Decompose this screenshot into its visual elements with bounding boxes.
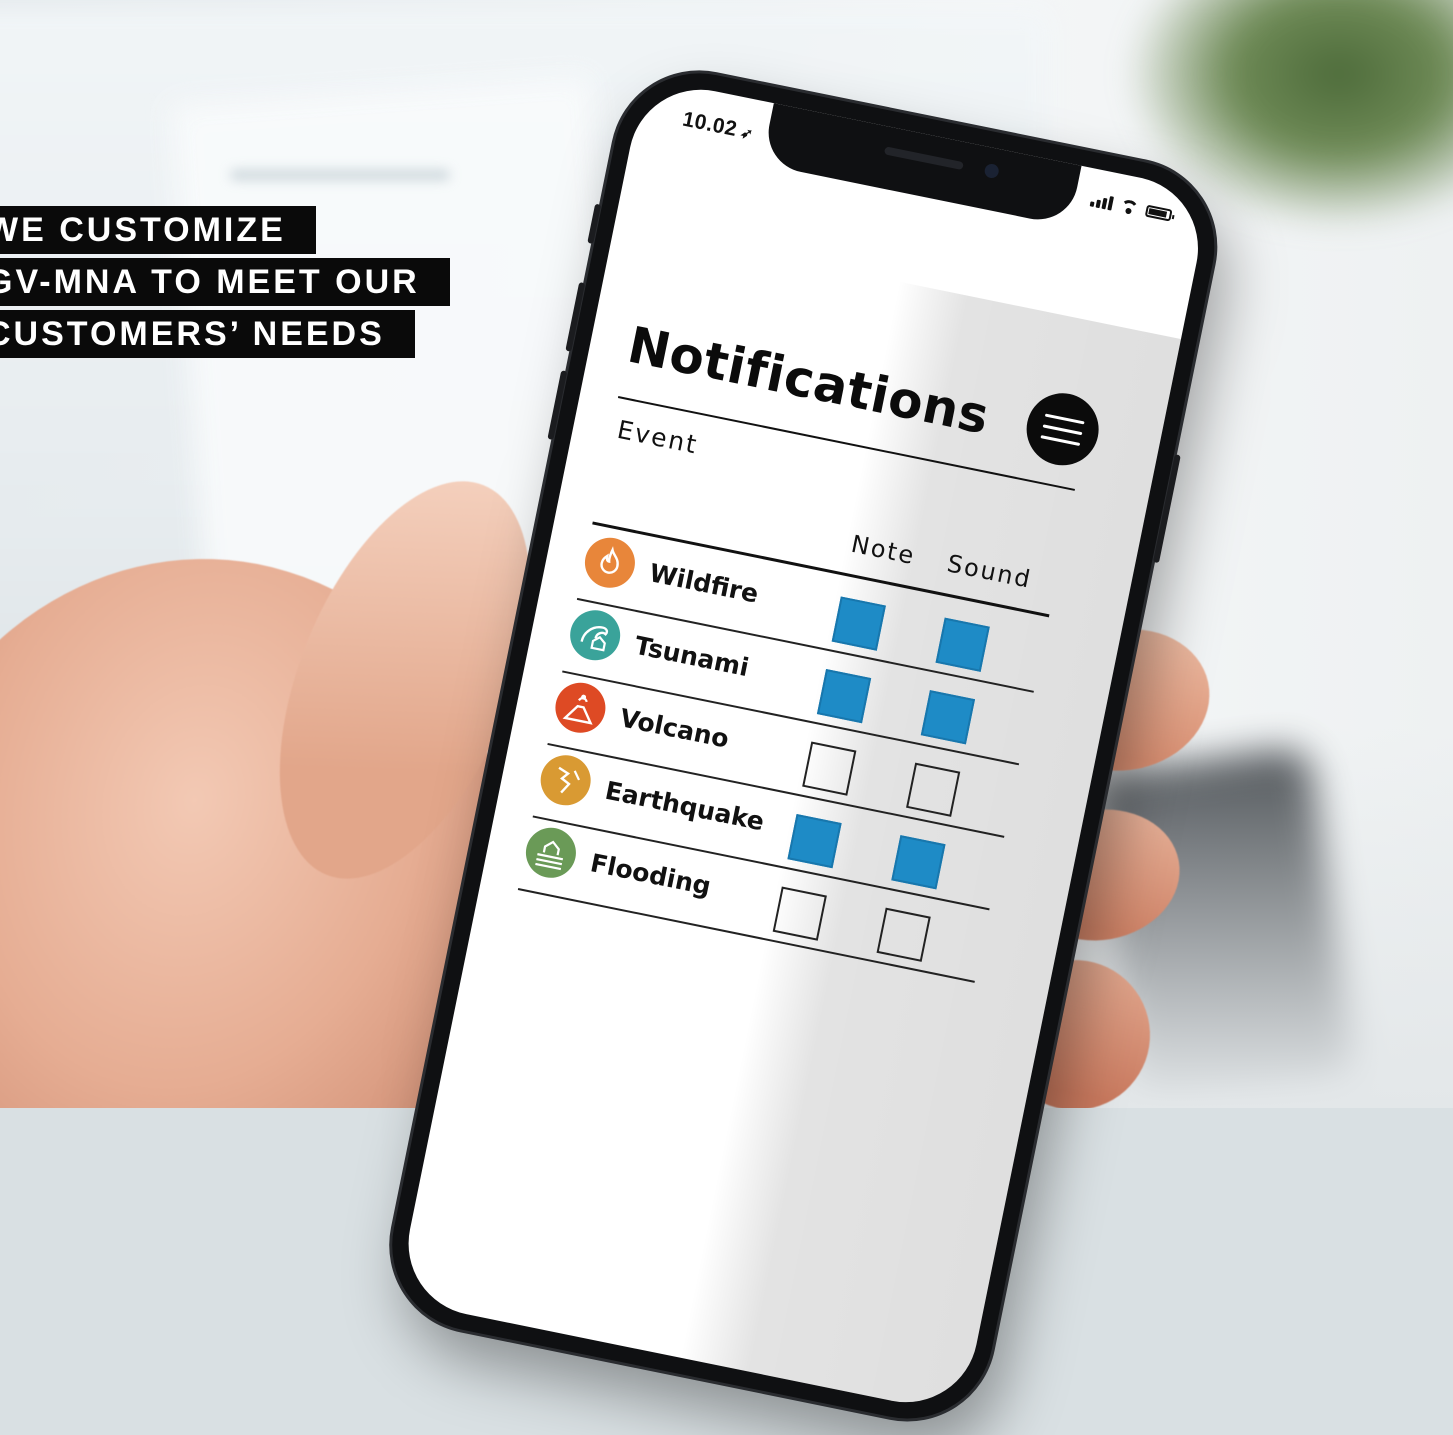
front-camera — [983, 162, 1000, 180]
tagline-line: GV-MNA TO MEET OUR — [0, 258, 450, 306]
signal-icon — [1089, 192, 1114, 211]
tagline-text: GV-MNA TO MEET OUR — [0, 263, 420, 301]
volcano-icon — [550, 678, 610, 738]
sound-checkbox[interactable] — [891, 835, 946, 890]
tagline-line: CUSTOMERS’ NEEDS — [0, 310, 415, 358]
quake-crack-icon — [536, 750, 596, 810]
earpiece-speaker — [883, 146, 964, 171]
note-checkbox[interactable] — [816, 668, 872, 724]
column-header-event: Event — [614, 414, 701, 460]
time-text: 10.02 — [680, 107, 740, 142]
note-checkbox[interactable] — [802, 741, 857, 796]
event-label: Earthquake — [602, 775, 767, 837]
note-checkbox[interactable] — [787, 813, 842, 869]
wave-house-icon — [565, 605, 625, 665]
tagline-text: CUSTOMERS’ NEEDS — [0, 315, 385, 353]
note-checkbox[interactable] — [831, 596, 886, 651]
phone: 10.02➶ Notifications Event Note Sound Wi… — [376, 58, 1230, 1434]
wifi-icon — [1119, 198, 1139, 215]
event-label: Flooding — [587, 848, 714, 901]
tagline-text: WE CUSTOMIZE — [0, 211, 286, 249]
flood-house-icon — [521, 823, 581, 883]
location-arrow-icon: ➶ — [738, 124, 755, 144]
tagline: WE CUSTOMIZE GV-MNA TO MEET OUR CUSTOMER… — [0, 206, 450, 362]
hamburger-menu-icon — [1044, 413, 1085, 424]
event-label: Wildfire — [646, 558, 761, 609]
battery-icon — [1144, 204, 1173, 222]
sound-checkbox[interactable] — [906, 762, 961, 817]
event-label: Tsunami — [632, 630, 752, 683]
status-icons — [1089, 192, 1173, 222]
flame-icon — [580, 533, 640, 593]
sound-checkbox[interactable] — [876, 907, 931, 962]
note-checkbox[interactable] — [772, 886, 827, 941]
sound-checkbox[interactable] — [920, 690, 976, 745]
event-label: Volcano — [617, 703, 732, 754]
status-time: 10.02➶ — [680, 108, 755, 146]
tagline-line: WE CUSTOMIZE — [0, 206, 316, 254]
sound-checkbox[interactable] — [935, 617, 990, 672]
